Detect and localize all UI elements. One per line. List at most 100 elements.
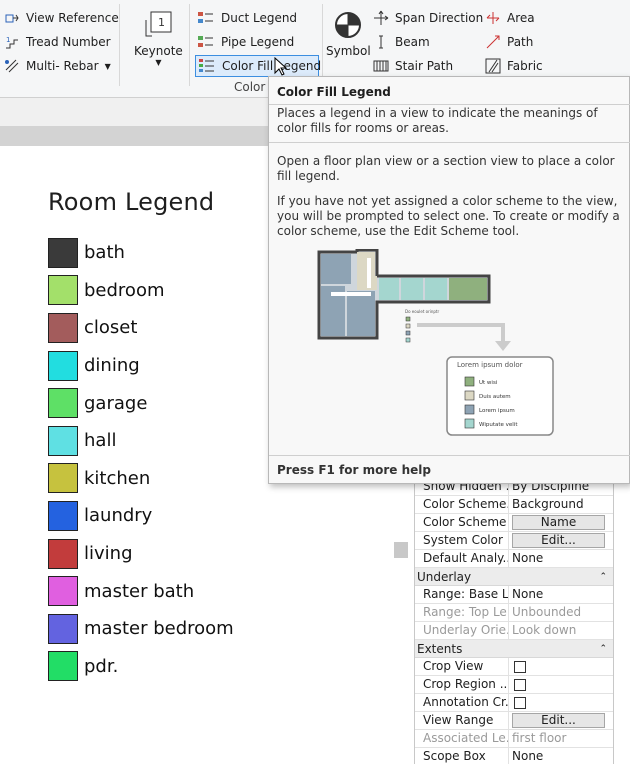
legend-label: bedroom xyxy=(84,279,165,301)
tooltip: Color Fill Legend Places a legend in a v… xyxy=(268,76,630,484)
property-name: Default Analy... xyxy=(415,550,509,567)
area-icon xyxy=(486,12,500,24)
property-row: Color Scheme... Background xyxy=(415,496,613,514)
property-name: Range: Top Le... xyxy=(415,604,509,621)
keynote-button[interactable]: 1 Keynote ▼ xyxy=(134,10,183,67)
pipe-legend-button[interactable]: Pipe Legend xyxy=(197,31,294,53)
view-range-row: View Range Edit... xyxy=(415,712,613,730)
divider xyxy=(189,4,190,86)
color-swatch xyxy=(48,388,78,419)
illustration-swatch xyxy=(464,376,475,387)
multi-rebar-button[interactable]: Multi- Rebar ▼ xyxy=(4,55,111,77)
legend-label: hall xyxy=(84,430,117,452)
legend-item: closet xyxy=(48,309,234,347)
fabric-label: Fabric xyxy=(507,59,543,73)
associated-level-row: Associated Le... first floor xyxy=(415,730,613,748)
symbol-label: Symbol xyxy=(326,44,371,58)
properties-graphics-rows: Show Hidden ... By Discipline Color Scheme… xyxy=(415,478,613,568)
tooltip-illustration: Do eoulet orinptr Lorem ipsum dolor Ut w… xyxy=(317,249,554,436)
scope-box-select[interactable]: None xyxy=(509,748,613,764)
property-row: Default Analy... None xyxy=(415,550,613,568)
stair-path-button[interactable]: Stair Path xyxy=(373,55,453,77)
symbol-icon xyxy=(335,12,362,38)
fabric-icon xyxy=(485,58,501,74)
area-button[interactable]: Area xyxy=(485,7,535,29)
divider xyxy=(119,4,120,86)
crop-view-checkbox[interactable] xyxy=(514,660,526,673)
illustration-card-title: Lorem ipsum dolor xyxy=(457,361,523,369)
legend-title: Room Legend xyxy=(48,188,215,216)
tread-number-label: Tread Number xyxy=(26,35,111,49)
property-value: Look down xyxy=(512,623,577,637)
property-name: Scope Box xyxy=(415,748,509,764)
view-range-edit-button[interactable]: Edit... xyxy=(512,713,605,728)
property-row: Range: Top Le... Unbounded xyxy=(415,604,613,622)
color-fill-legend-label: Color Fill Legend xyxy=(222,59,322,73)
legend-item: master bedroom xyxy=(48,610,234,648)
color-swatch xyxy=(48,538,78,569)
collapse-icon: ⌃ xyxy=(599,643,607,654)
legend-label: pdr. xyxy=(84,655,119,677)
duct-legend-button[interactable]: Duct Legend xyxy=(197,7,297,29)
extents-section[interactable]: Extents ⌃ xyxy=(415,640,613,658)
area-label: Area xyxy=(507,11,535,25)
property-name: Underlay Orie... xyxy=(415,622,509,639)
property-name: Range: Base L... xyxy=(415,586,509,603)
legend-item: master bath xyxy=(48,572,234,610)
legend-label: bath xyxy=(84,242,125,264)
tooltip-title: Color Fill Legend xyxy=(277,85,391,99)
property-button[interactable]: Edit... xyxy=(512,533,605,548)
svg-text:1: 1 xyxy=(158,16,165,29)
legend-rows: bath bedroom closet dining garage hall kitchen… xyxy=(48,234,234,685)
property-name: View Range xyxy=(415,712,509,729)
legend-item: living xyxy=(48,535,234,573)
legend-item: bedroom xyxy=(48,272,234,310)
path-button[interactable]: Path xyxy=(485,31,533,53)
beam-button[interactable]: Beam xyxy=(373,31,430,53)
legend-item: garage xyxy=(48,384,234,422)
color-fill-legend-button[interactable]: Color Fill Legend xyxy=(195,55,322,77)
property-value: Unbounded xyxy=(512,605,582,619)
property-value: first floor xyxy=(512,731,567,745)
keynote-icon: 1 xyxy=(145,11,172,37)
annotation-crop-checkbox[interactable] xyxy=(514,696,526,709)
property-name: Color Scheme... xyxy=(415,496,509,513)
section-label: Underlay xyxy=(417,569,472,584)
revit-window: View Reference 1 Tread Number Multi- Reb… xyxy=(0,0,630,764)
crop-region-checkbox[interactable] xyxy=(514,678,526,691)
path-icon xyxy=(486,35,500,49)
span-direction-label: Span Direction xyxy=(395,11,484,25)
legend-item: hall xyxy=(48,422,234,460)
scrollbar-thumb[interactable] xyxy=(394,542,408,558)
property-value[interactable]: Background xyxy=(509,496,613,513)
property-row: System Color ... Edit... xyxy=(415,532,613,550)
annotation-crop-row: Annotation Cr... xyxy=(415,694,613,712)
legend-label: dining xyxy=(84,355,140,377)
chevron-down-icon: ▼ xyxy=(155,58,162,67)
divider xyxy=(269,104,630,105)
legend-label: master bedroom xyxy=(84,618,234,640)
property-name: System Color ... xyxy=(415,532,509,549)
properties-underlay-rows: Range: Base L...NoneRange: Top Le...Unbo… xyxy=(415,586,613,640)
legend-label: laundry xyxy=(84,505,153,527)
illustration-swatch xyxy=(464,418,475,429)
view-reference-button[interactable]: View Reference xyxy=(4,7,119,29)
property-button[interactable]: Name xyxy=(512,515,605,530)
property-value[interactable]: None xyxy=(509,550,613,567)
legend-label: master bath xyxy=(84,580,195,602)
tread-number-button[interactable]: 1 Tread Number xyxy=(4,31,111,53)
underlay-section[interactable]: Underlay ⌃ xyxy=(415,568,613,586)
span-direction-button[interactable]: Span Direction xyxy=(373,7,483,29)
illustration-item: Duis autem xyxy=(479,394,511,400)
symbol-button[interactable]: Symbol xyxy=(326,10,371,58)
pipe-legend-label: Pipe Legend xyxy=(221,35,295,49)
color-swatch xyxy=(48,237,78,268)
divider xyxy=(269,142,630,143)
property-value[interactable]: None xyxy=(509,586,613,603)
fabric-button[interactable]: Fabric xyxy=(485,55,543,77)
property-name: Associated Le... xyxy=(415,730,509,747)
tread-number-icon: 1 xyxy=(6,36,18,49)
section-label: Extents xyxy=(417,641,463,656)
color-swatch xyxy=(48,275,78,306)
property-name: Crop Region ... xyxy=(415,676,509,693)
